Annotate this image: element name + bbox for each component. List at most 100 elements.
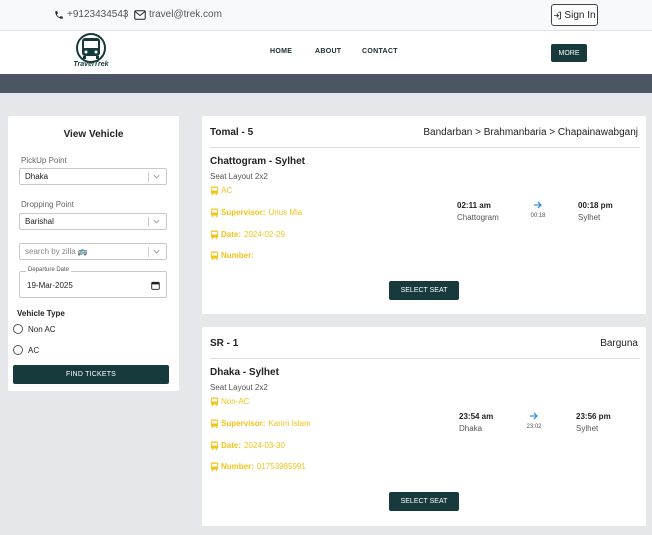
vehicle-card: Tomal - 5 Bandarban > Brahmanbaria > Cha… (202, 116, 646, 314)
nav-home-link[interactable]: HOME (270, 48, 292, 55)
date-label: Date: (221, 230, 242, 239)
main-navbar: TravelTrek HOME ABOUT CONTACT MORE (0, 31, 652, 74)
pickup-select[interactable]: Dhaka (19, 168, 167, 185)
card-divider (210, 358, 640, 359)
departure-place: Chattogram (457, 213, 499, 222)
filter-panel: View Vehicle PickUp Point Dhaka Dropping… (8, 116, 179, 391)
nav-about-link[interactable]: ABOUT (315, 48, 341, 55)
arrival-place: Sylhet (578, 213, 601, 222)
arrow-right-icon (530, 412, 538, 420)
select-divider (148, 217, 149, 227)
date-label: Date: (221, 441, 242, 450)
chevron-down-icon (153, 219, 160, 224)
hero-banner-strip (0, 74, 652, 93)
logo-text: TravelTrek (73, 61, 109, 68)
date-info: Date: 2024-02-29 (210, 230, 285, 239)
arrival-time: 23:56 pm (576, 412, 611, 421)
contact-separator: | (124, 9, 127, 20)
bus-class: Non-AC (210, 397, 249, 406)
supervisor-label: Supervisor: (221, 419, 266, 428)
phone-icon (55, 10, 63, 19)
supervisor-label: Supervisor: (221, 208, 266, 217)
email-contact[interactable]: travel@trek.com (134, 9, 222, 20)
number-value: 01753985991 (256, 462, 306, 471)
bus-logo-icon (76, 33, 106, 63)
trip-duration: 23:02 (526, 424, 542, 430)
find-tickets-button[interactable]: FIND TICKETS (13, 365, 169, 384)
bus-name: Tomal - 5 (210, 127, 254, 138)
bus-class-value: AC (221, 186, 233, 195)
phone-contact[interactable]: +9123434543 (54, 9, 128, 20)
vehicle-type-title: Vehicle Type (17, 309, 65, 318)
card-divider (210, 147, 640, 148)
seat-layout: Seat Layout 2x2 (210, 383, 268, 392)
trip-title: Chattogram - Sylhet (210, 156, 306, 167)
bus-class: AC (210, 186, 232, 195)
departure-date-input[interactable]: Departure Date 19-Mar-2025 (19, 267, 167, 298)
supervisor-value: Karim Islam (268, 419, 311, 428)
non-ac-label: Non AC (28, 324, 56, 334)
pickup-label: PickUp Point (21, 156, 67, 165)
zilla-search-select[interactable]: search by zilla 🚌 (19, 243, 167, 260)
chevron-down-icon (153, 174, 160, 179)
route-path: Bandarban > Brahmanbaria > Chapainawabga… (423, 127, 638, 138)
sign-in-label: Sign In (564, 9, 596, 21)
departure-date-value: 19-Mar-2025 (27, 281, 73, 290)
trip-duration: 00:18 (530, 213, 546, 219)
ac-radio[interactable] (13, 345, 23, 355)
number-label: Number: (221, 462, 254, 471)
number-label: Number: (221, 251, 254, 260)
supervisor-value: Unus Mia (268, 208, 303, 217)
trip-title: Dhaka - Sylhet (210, 367, 279, 378)
bus-icon (210, 419, 219, 428)
bus-icon (210, 208, 219, 217)
phone-number: +9123434543 (67, 9, 129, 20)
bus-icon (210, 251, 219, 260)
bus-name: SR - 1 (210, 338, 239, 349)
login-icon (554, 11, 562, 19)
chevron-down-icon (153, 249, 160, 254)
email-address: travel@trek.com (149, 9, 222, 20)
ac-label: AC (28, 345, 40, 355)
date-info: Date: 2024-03-30 (210, 441, 285, 450)
bus-icon (210, 462, 219, 471)
top-contact-bar: +9123434543 | travel@trek.com Sign In (0, 0, 652, 31)
nav-contact-link[interactable]: CONTACT (362, 48, 398, 55)
dropping-select[interactable]: Barishal (19, 213, 167, 230)
calendar-icon[interactable] (151, 281, 160, 290)
departure-time: 02:11 am (457, 201, 491, 210)
bus-icon (210, 230, 219, 239)
dropping-value: Barishal (25, 217, 54, 226)
bus-icon (210, 186, 219, 195)
supervisor-info: Supervisor: Unus Mia (210, 208, 302, 217)
date-value: 2024-02-29 (244, 230, 285, 239)
number-info: Number: (210, 251, 257, 260)
more-button[interactable]: MORE (551, 44, 587, 62)
route-path: Barguna (600, 338, 638, 349)
dropping-label: Dropping Point (21, 200, 74, 209)
bus-icon (210, 397, 219, 406)
vehicle-card: SR - 1 Barguna Dhaka - Sylhet Seat Layou… (202, 327, 646, 526)
select-seat-button[interactable]: SELECT SEAT (389, 492, 459, 511)
arrow-right-icon (534, 201, 542, 209)
zilla-search-placeholder: search by zilla 🚌 (25, 247, 88, 256)
departure-place: Dhaka (459, 424, 483, 433)
seat-layout: Seat Layout 2x2 (210, 172, 268, 181)
non-ac-radio[interactable] (13, 324, 23, 334)
arrival-time: 00:18 pm (578, 201, 613, 210)
supervisor-info: Supervisor: Karim Islam (210, 419, 311, 428)
non-ac-option[interactable]: Non AC (13, 324, 56, 334)
departure-date-label: Departure Date (26, 267, 72, 273)
select-seat-button[interactable]: SELECT SEAT (389, 281, 459, 300)
pickup-value: Dhaka (25, 172, 49, 181)
ac-option[interactable]: AC (13, 345, 39, 355)
departure-time: 23:54 am (459, 412, 494, 421)
date-value: 2024-03-30 (244, 441, 285, 450)
bus-class-value: Non-AC (221, 397, 250, 406)
select-divider (148, 172, 149, 182)
select-divider (148, 247, 149, 257)
filter-title: View Vehicle (63, 129, 124, 140)
bus-icon (210, 441, 219, 450)
sign-in-button[interactable]: Sign In (551, 4, 598, 26)
envelope-icon (134, 9, 146, 20)
